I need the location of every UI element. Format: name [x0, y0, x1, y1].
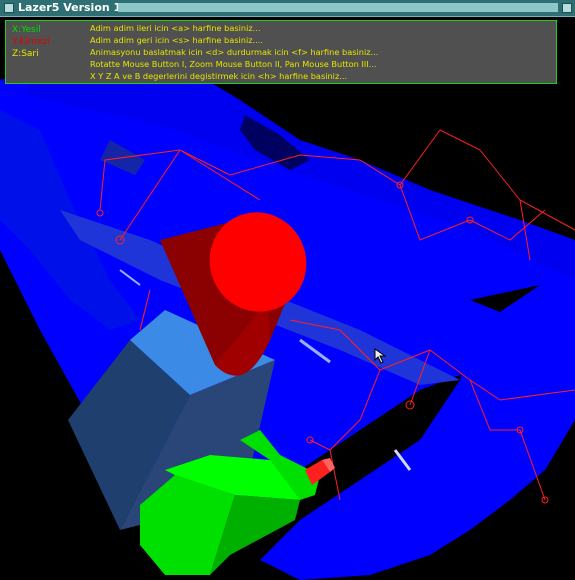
- instruction-animation: Animasyonu baslatmak icin <d> durdurmak …: [90, 47, 379, 57]
- info-panel: X:Yesil Y:Kirmizi Z:Sari Adim adim ileri…: [5, 20, 557, 84]
- window-menu-icon[interactable]: [4, 3, 14, 13]
- application-window: Lazer5 Version 1.0 X:Yesil Y:Kirmizi Z:S…: [0, 0, 575, 580]
- instruction-step-back: Adim adim geri icin <s> harfine basiniz.…: [90, 35, 263, 45]
- window-title: Lazer5 Version 1.0: [18, 1, 134, 14]
- instruction-step-forward: Adim adim ileri icin <a> harfine basiniz…: [90, 23, 261, 33]
- 3d-viewport[interactable]: [0, 17, 575, 580]
- title-bar-stripe: [118, 3, 558, 12]
- legend-x-axis: X:Yesil: [12, 25, 41, 35]
- legend-z-axis: Z:Sari: [12, 49, 39, 59]
- legend-y-axis: Y:Kirmizi: [12, 37, 50, 47]
- instruction-values: X Y Z A ve B degerlerini degistirmek ici…: [90, 71, 348, 81]
- mouse-pointer-icon: [374, 348, 387, 364]
- close-icon[interactable]: [562, 3, 572, 13]
- title-bar[interactable]: Lazer5 Version 1.0: [0, 0, 575, 17]
- instruction-mouse: Rotatte Mouse Button I, Zoom Mouse Butto…: [90, 59, 377, 69]
